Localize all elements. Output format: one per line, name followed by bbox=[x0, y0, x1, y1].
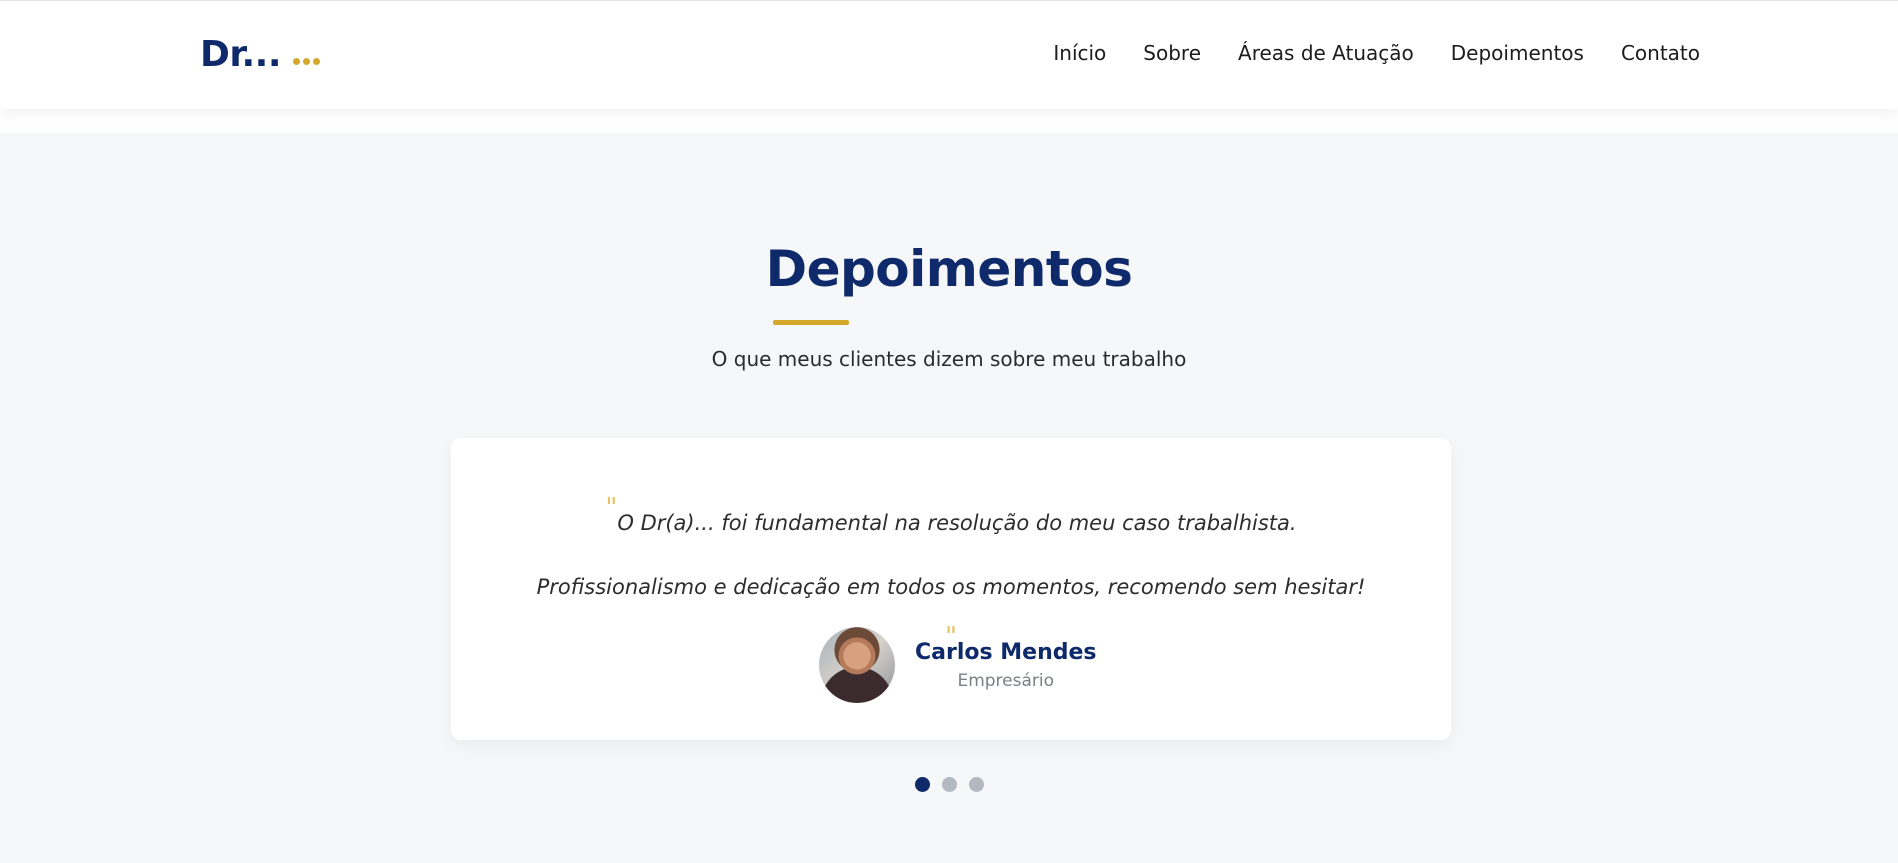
testimonial-quote: O Dr(a)... foi fundamental na resolução … bbox=[536, 511, 1366, 599]
title-underline bbox=[773, 320, 849, 325]
nav-item-depoimentos[interactable]: Depoimentos bbox=[1451, 41, 1584, 65]
site-header: Dr... Início Sobre Áreas de Atuação Depo… bbox=[0, 0, 1898, 109]
carousel-dot-1[interactable] bbox=[915, 777, 930, 792]
nav-item-contato[interactable]: Contato bbox=[1621, 41, 1700, 65]
author-role: Empresário bbox=[957, 670, 1055, 691]
section-title: Depoimentos bbox=[765, 240, 1133, 298]
author-name: Carlos Mendes bbox=[915, 639, 1097, 665]
nav-item-inicio[interactable]: Início bbox=[1053, 41, 1106, 65]
logo[interactable]: Dr... bbox=[200, 34, 321, 75]
carousel-dot-2[interactable] bbox=[942, 777, 957, 792]
section-subtitle: O que meus clientes dizem sobre meu trab… bbox=[711, 347, 1187, 371]
author-info: Carlos Mendes Empresário bbox=[915, 640, 1097, 691]
testimonial-author: Carlos Mendes Empresário bbox=[819, 627, 1097, 703]
carousel-dot-3[interactable] bbox=[969, 777, 984, 792]
header-strip bbox=[0, 109, 1898, 133]
open-quote-icon: " bbox=[605, 493, 618, 523]
main-nav: Início Sobre Áreas de Atuação Depoimento… bbox=[1053, 41, 1700, 65]
carousel-dots bbox=[915, 777, 984, 792]
nav-item-sobre[interactable]: Sobre bbox=[1143, 41, 1201, 65]
avatar bbox=[819, 627, 895, 703]
logo-text: Dr... bbox=[200, 34, 282, 75]
logo-dots-icon bbox=[293, 58, 321, 65]
nav-item-areas-de-atuacao[interactable]: Áreas de Atuação bbox=[1238, 41, 1414, 65]
testimonial-card: "O Dr(a)... foi fundamental na resolução… bbox=[451, 438, 1451, 740]
